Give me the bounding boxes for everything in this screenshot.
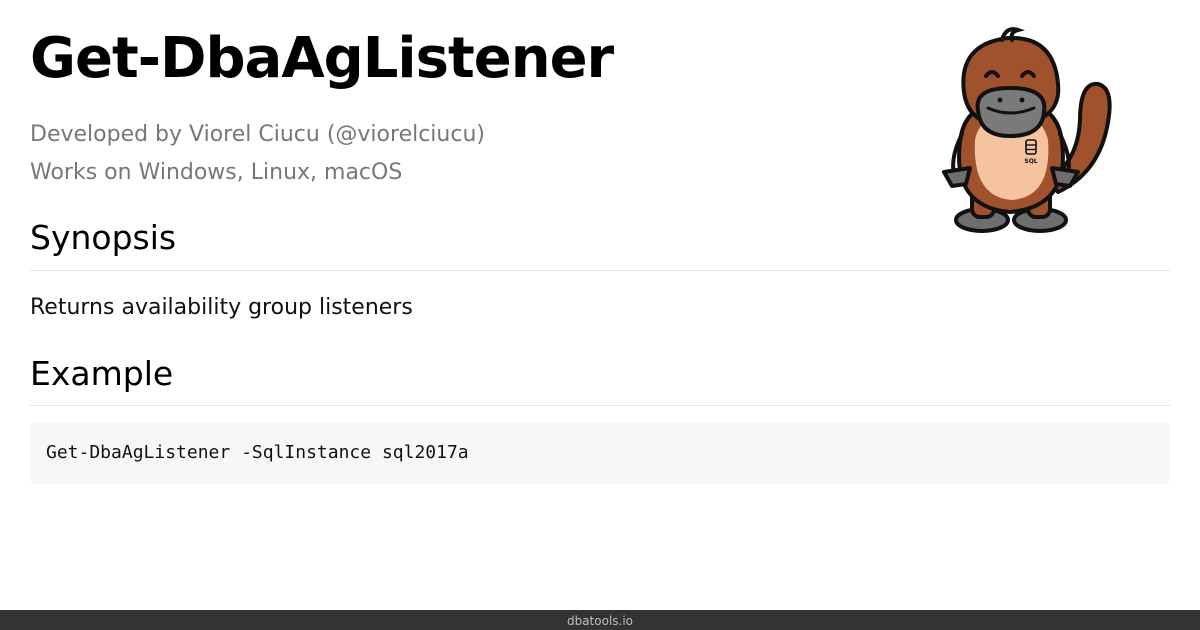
synopsis-divider (30, 270, 1170, 271)
platforms-line: Works on Windows, Linux, macOS (30, 160, 403, 185)
synopsis-heading: Synopsis (30, 218, 177, 257)
synopsis-text: Returns availability group listeners (30, 295, 413, 320)
command-doc-page: Get-DbaAgListener Developed by Viorel Ci… (0, 0, 1200, 630)
example-divider (30, 405, 1170, 406)
sql-badge-label: SQL (1024, 158, 1037, 165)
author-line: Developed by Viorel Ciucu (@viorelciucu) (30, 122, 485, 147)
platypus-mascot-icon: SQL (942, 27, 1112, 233)
example-heading: Example (30, 354, 174, 393)
example-code[interactable]: Get-DbaAgListener -SqlInstance sql2017a (46, 441, 469, 465)
site-footer: dbatools.io (0, 610, 1200, 630)
footer-site-link[interactable]: dbatools.io (567, 614, 633, 628)
page-title: Get-DbaAgListener (30, 26, 614, 91)
example-code-block: Get-DbaAgListener -SqlInstance sql2017a (30, 422, 1170, 484)
